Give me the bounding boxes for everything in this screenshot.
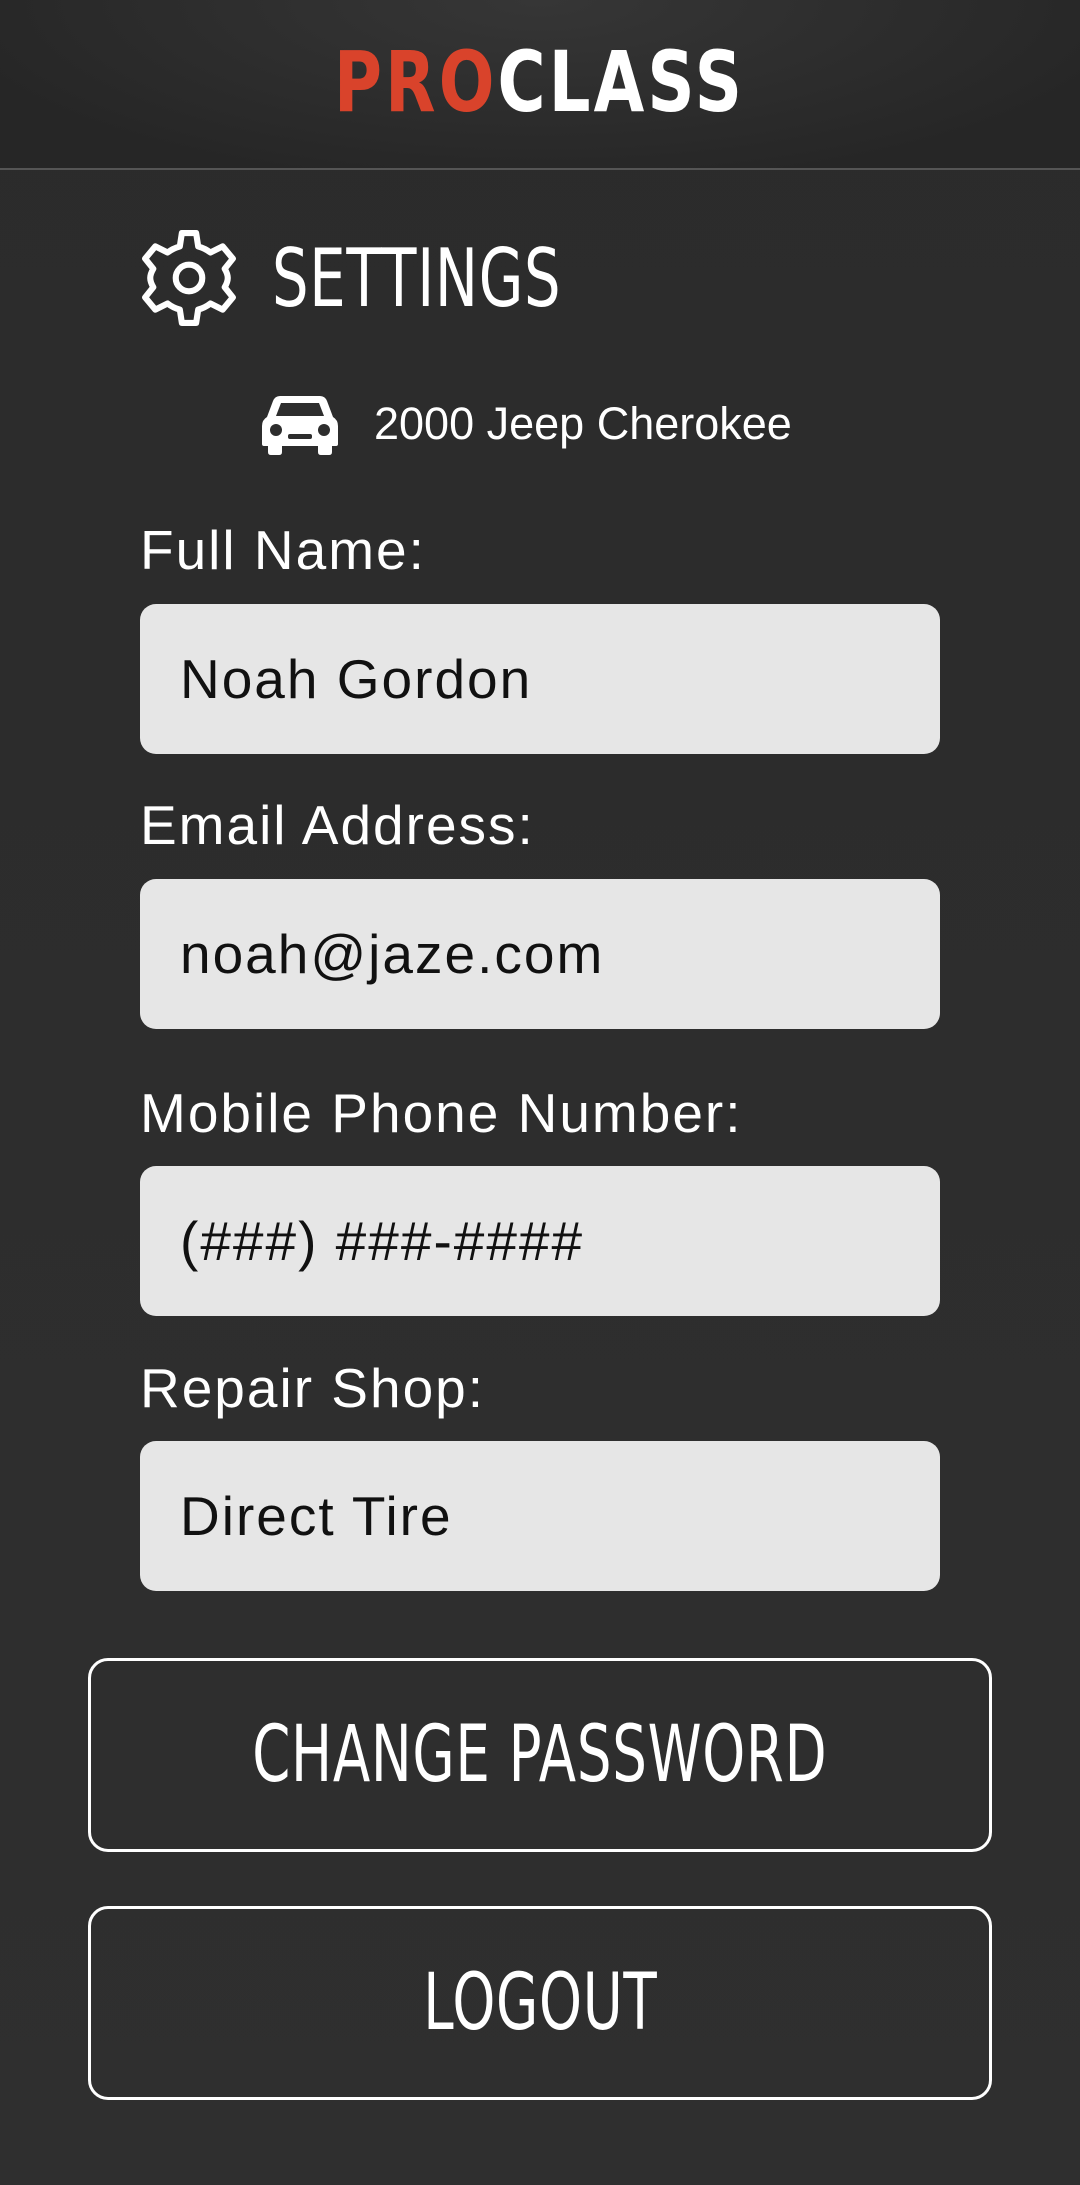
full-name-field[interactable]: Noah Gordon: [140, 604, 940, 754]
page-title: SETTINGS: [272, 231, 562, 325]
change-password-button[interactable]: CHANGE PASSWORD: [88, 1658, 992, 1852]
logout-button[interactable]: LOGOUT: [88, 1906, 992, 2100]
change-password-label: CHANGE PASSWORD: [252, 1710, 828, 1800]
proclass-logo: PROCLASS: [334, 40, 745, 124]
email-label: Email Address:: [140, 794, 535, 856]
repair-shop-field[interactable]: Direct Tire: [140, 1441, 940, 1591]
phone-label: Mobile Phone Number:: [140, 1082, 743, 1144]
phone-field[interactable]: (###) ###-####: [140, 1166, 940, 1316]
settings-heading: SETTINGS: [138, 226, 674, 330]
vehicle-name: 2000 Jeep Cherokee: [374, 398, 792, 449]
full-name-label: Full Name:: [140, 519, 426, 581]
vehicle-info: 2000 Jeep Cherokee: [262, 392, 792, 456]
settings-screen: PROCLASS SETTINGS 2000 Jeep Cherokee Ful…: [0, 0, 1080, 2185]
email-field[interactable]: noah@jaze.com: [140, 879, 940, 1029]
logout-label: LOGOUT: [422, 1958, 658, 2048]
app-header: PROCLASS: [0, 0, 1080, 170]
repair-shop-label: Repair Shop:: [140, 1357, 486, 1419]
gear-icon: [138, 227, 240, 329]
car-icon: [262, 392, 338, 456]
logo-pro-text: PRO: [334, 33, 498, 131]
logo-class-text: CLASS: [497, 33, 746, 131]
